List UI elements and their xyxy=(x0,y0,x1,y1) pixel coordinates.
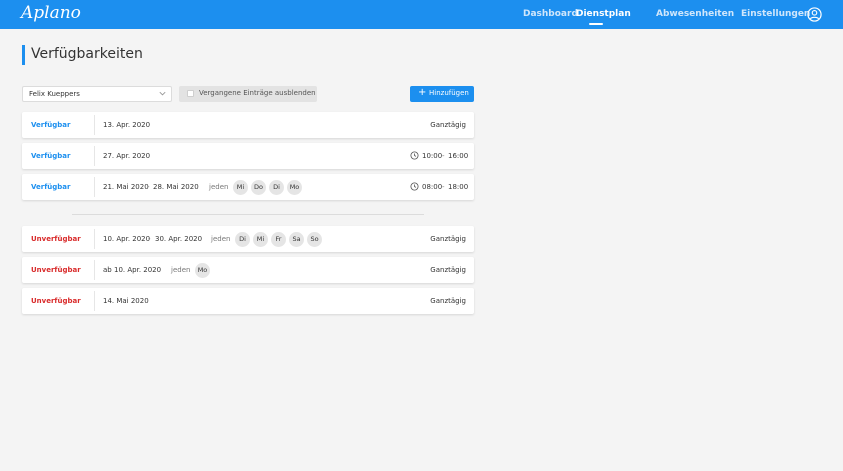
nav-dashboard[interactable]: Dashboard xyxy=(523,9,578,19)
repeat-label: jeden xyxy=(211,235,231,243)
start-date: 10. Apr. 2020 xyxy=(114,266,162,274)
status-label: Verfügbar xyxy=(31,121,71,129)
end-date: 30. Apr. 2020 xyxy=(155,235,203,243)
nav-active-indicator xyxy=(589,23,603,25)
weekday-chip: So xyxy=(307,232,322,247)
clock-icon xyxy=(410,182,419,191)
time-separator: - xyxy=(442,152,445,160)
page-title-accent xyxy=(22,45,25,65)
chevron-down-icon xyxy=(159,91,166,96)
nav-abwesenheiten[interactable]: Abwesenheiten xyxy=(656,9,734,19)
unavailability-row[interactable]: Unverfügbar 14. Mai 2020 Ganztägig xyxy=(22,288,474,314)
time-to: 18:00 xyxy=(448,183,469,191)
hide-past-checkbox[interactable] xyxy=(187,90,194,97)
time-from: 08:00 xyxy=(422,183,443,191)
status-label: Unverfügbar xyxy=(31,266,81,274)
status-label: Verfügbar xyxy=(31,152,71,160)
status-label: Unverfügbar xyxy=(31,235,81,243)
user-circle-icon[interactable] xyxy=(807,7,822,22)
hide-past-label: Vergangene Einträge ausblenden xyxy=(199,89,316,97)
start-date: 14. Mai 2020 xyxy=(103,297,149,305)
weekday-chip: Do xyxy=(251,180,266,195)
status-label: Verfügbar xyxy=(31,183,71,191)
repeat-label: jeden xyxy=(209,183,229,191)
start-prefix: ab xyxy=(103,266,112,274)
time-to: 16:00 xyxy=(448,152,469,160)
repeat-label: jeden xyxy=(171,266,191,274)
weekday-chip: Mi xyxy=(253,232,268,247)
row-separator xyxy=(94,177,95,197)
row-separator xyxy=(94,146,95,166)
add-button-label: Hinzufügen xyxy=(429,89,469,97)
start-date: 13. Apr. 2020 xyxy=(103,121,151,129)
time-label: Ganztägig xyxy=(430,235,466,243)
employee-select-value: Felix Kueppers xyxy=(29,90,80,98)
plus-icon: + xyxy=(418,87,427,98)
availability-row[interactable]: Verfügbar 21. Mai 2020 - 28. Mai 2020 je… xyxy=(22,174,474,200)
start-date: 27. Apr. 2020 xyxy=(103,152,151,160)
availability-row[interactable]: Verfügbar 13. Apr. 2020 Ganztägig xyxy=(22,112,474,138)
range-separator: - xyxy=(148,235,151,243)
weekday-chip: Sa xyxy=(289,232,304,247)
top-navigation-bar: Aplano Dashboard Dienstplan Abwesenheite… xyxy=(0,0,843,29)
weekday-chip: Mo xyxy=(195,263,210,278)
range-separator: - xyxy=(147,183,150,191)
end-date: 28. Mai 2020 xyxy=(153,183,199,191)
unavailability-row[interactable]: Unverfügbar ab 10. Apr. 2020 jeden Mo Ga… xyxy=(22,257,474,283)
row-separator xyxy=(94,229,95,249)
row-separator xyxy=(94,260,95,280)
unavailability-row[interactable]: Unverfügbar 10. Apr. 2020 - 30. Apr. 202… xyxy=(22,226,474,252)
time-label: Ganztägig xyxy=(430,266,466,274)
hide-past-entries-toggle[interactable]: Vergangene Einträge ausblenden xyxy=(179,86,317,102)
weekday-chip: Fr xyxy=(271,232,286,247)
employee-select[interactable]: Felix Kueppers xyxy=(22,86,172,102)
time-separator: - xyxy=(442,183,445,191)
status-label: Unverfügbar xyxy=(31,297,81,305)
time-from: 10:00 xyxy=(422,152,443,160)
weekday-chip: Mo xyxy=(287,180,302,195)
start-date: 21. Mai 2020 xyxy=(103,183,149,191)
start-date: 10. Apr. 2020 xyxy=(103,235,151,243)
nav-einstellungen[interactable]: Einstellungen xyxy=(741,9,810,19)
section-divider xyxy=(72,214,424,215)
page-title: Verfügbarkeiten xyxy=(31,46,143,62)
clock-icon xyxy=(410,151,419,160)
app-logo[interactable]: Aplano xyxy=(21,3,81,23)
row-separator xyxy=(94,291,95,311)
add-button[interactable]: + Hinzufügen xyxy=(410,86,474,102)
time-label: Ganztägig xyxy=(430,121,466,129)
weekday-chip: Di xyxy=(269,180,284,195)
weekday-chip: Di xyxy=(235,232,250,247)
row-separator xyxy=(94,115,95,135)
weekday-chip: Mi xyxy=(233,180,248,195)
availability-row[interactable]: Verfügbar 27. Apr. 2020 10:00 - 16:00 xyxy=(22,143,474,169)
time-label: Ganztägig xyxy=(430,297,466,305)
nav-dienstplan[interactable]: Dienstplan xyxy=(576,9,631,19)
